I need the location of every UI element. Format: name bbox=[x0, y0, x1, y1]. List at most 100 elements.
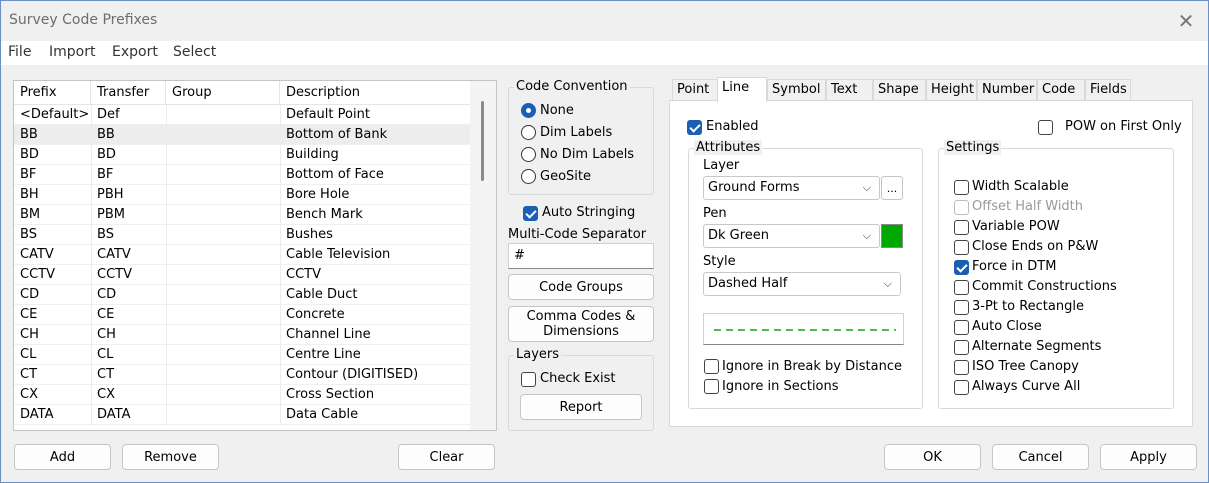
table-row[interactable]: CH CH Channel Line bbox=[14, 325, 470, 345]
pen-color-swatch[interactable] bbox=[881, 224, 903, 248]
clear-button[interactable]: Clear bbox=[398, 444, 495, 470]
tab-fields[interactable]: Fields bbox=[1085, 79, 1131, 101]
tab-shape[interactable]: Shape bbox=[873, 79, 926, 101]
menu-select[interactable]: Select bbox=[173, 44, 216, 60]
table-row[interactable]: CCTV CCTV CCTV bbox=[14, 265, 470, 285]
column-divider bbox=[91, 305, 92, 325]
column-divider bbox=[166, 205, 167, 225]
tab-code[interactable]: Code bbox=[1037, 79, 1085, 101]
setting-checkbox-9[interactable] bbox=[954, 360, 969, 375]
menu-export[interactable]: Export bbox=[112, 44, 158, 60]
radio-none[interactable] bbox=[521, 103, 536, 118]
column-divider bbox=[91, 405, 92, 425]
add-button[interactable]: Add bbox=[14, 444, 111, 470]
cell-prefix: CD bbox=[20, 287, 40, 302]
report-button[interactable]: Report bbox=[520, 394, 642, 420]
remove-button[interactable]: Remove bbox=[122, 444, 219, 470]
setting-checkbox-3[interactable] bbox=[954, 240, 969, 255]
setting-checkbox-7[interactable] bbox=[954, 320, 969, 335]
table-row[interactable]: CL CL Centre Line bbox=[14, 345, 470, 365]
code-groups-button[interactable]: Code Groups bbox=[508, 274, 654, 300]
cell-description: Channel Line bbox=[286, 327, 371, 342]
menu-file[interactable]: File bbox=[8, 44, 31, 60]
layer-label: Layer bbox=[703, 158, 740, 173]
pen-select[interactable]: Dk Green ⌵ bbox=[703, 224, 880, 248]
table-row[interactable]: CD CD Cable Duct bbox=[14, 285, 470, 305]
cell-description: Cable Television bbox=[286, 247, 391, 262]
table-row[interactable]: BF BF Bottom of Face bbox=[14, 165, 470, 185]
radio-geosite[interactable] bbox=[521, 169, 536, 184]
setting-checkbox-0[interactable] bbox=[954, 180, 969, 195]
enabled-checkbox[interactable] bbox=[687, 120, 702, 135]
table-row[interactable]: CE CE Concrete bbox=[14, 305, 470, 325]
setting-label-5: Commit Constructions bbox=[972, 279, 1117, 294]
setting-checkbox-8[interactable] bbox=[954, 340, 969, 355]
radio-no-dim-labels[interactable] bbox=[521, 147, 536, 162]
column-header-transfer[interactable]: Transfer bbox=[91, 81, 166, 105]
pow-first-only-checkbox[interactable] bbox=[1038, 120, 1053, 135]
cancel-button[interactable]: Cancel bbox=[992, 444, 1089, 470]
column-header-prefix[interactable]: Prefix bbox=[14, 81, 91, 105]
setting-checkbox-5[interactable] bbox=[954, 280, 969, 295]
layer-browse-button[interactable]: ... bbox=[881, 176, 903, 200]
cell-transfer: CD bbox=[97, 287, 117, 302]
column-divider bbox=[280, 205, 281, 225]
column-divider bbox=[166, 225, 167, 245]
comma-codes-dimensions-button[interactable]: Comma Codes & Dimensions bbox=[508, 306, 654, 342]
radio-dim-labels[interactable] bbox=[521, 125, 536, 140]
setting-checkbox-6[interactable] bbox=[954, 300, 969, 315]
column-header-group[interactable]: Group bbox=[166, 81, 280, 105]
table-row[interactable]: DATA DATA Data Cable bbox=[14, 405, 470, 425]
table-row[interactable]: <Default> Def Default Point bbox=[14, 105, 470, 125]
tab-symbol[interactable]: Symbol bbox=[767, 79, 826, 101]
column-divider bbox=[91, 205, 92, 225]
menu-import[interactable]: Import bbox=[49, 44, 95, 60]
tab-text[interactable]: Text bbox=[826, 79, 873, 101]
column-divider bbox=[91, 365, 92, 385]
pen-label: Pen bbox=[703, 206, 727, 221]
setting-label-2: Variable POW bbox=[972, 219, 1060, 234]
tab-point[interactable]: Point bbox=[672, 79, 718, 101]
table-row[interactable]: BH PBH Bore Hole bbox=[14, 185, 470, 205]
column-header-description[interactable]: Description bbox=[280, 81, 470, 105]
table-row[interactable]: BS BS Bushes bbox=[14, 225, 470, 245]
table-row[interactable]: BD BD Building bbox=[14, 145, 470, 165]
table-row[interactable]: CX CX Cross Section bbox=[14, 385, 470, 405]
style-select[interactable]: Dashed Half ⌵ bbox=[703, 272, 901, 296]
multi-code-separator-input[interactable]: # bbox=[508, 243, 654, 269]
list-scrollbar[interactable] bbox=[470, 81, 496, 430]
column-divider bbox=[280, 165, 281, 185]
setting-checkbox-2[interactable] bbox=[954, 220, 969, 235]
style-label: Style bbox=[703, 254, 736, 269]
scrollbar-thumb[interactable] bbox=[481, 101, 484, 181]
cell-description: Data Cable bbox=[286, 407, 359, 422]
setting-checkbox-4[interactable] bbox=[954, 260, 969, 275]
check-exist-checkbox[interactable] bbox=[521, 372, 536, 387]
close-icon[interactable]: ✕ bbox=[1164, 1, 1208, 41]
column-divider bbox=[280, 345, 281, 365]
column-divider bbox=[280, 325, 281, 345]
apply-button[interactable]: Apply bbox=[1100, 444, 1197, 470]
column-divider bbox=[280, 285, 281, 305]
cell-transfer: BD bbox=[97, 147, 116, 162]
prefix-list[interactable]: Prefix Transfer Group Description <Defau… bbox=[13, 80, 497, 431]
column-divider bbox=[280, 245, 281, 265]
table-row[interactable]: BB BB Bottom of Bank bbox=[14, 125, 470, 145]
layer-value: Ground Forms bbox=[708, 180, 800, 195]
table-row[interactable]: CATV CATV Cable Television bbox=[14, 245, 470, 265]
ignore-sections-checkbox[interactable] bbox=[704, 379, 719, 394]
ignore-break-checkbox[interactable] bbox=[704, 359, 719, 374]
ok-button[interactable]: OK bbox=[884, 444, 981, 470]
auto-stringing-checkbox[interactable] bbox=[523, 206, 538, 221]
column-divider bbox=[166, 365, 167, 385]
setting-checkbox-10[interactable] bbox=[954, 380, 969, 395]
cell-prefix: <Default> bbox=[20, 107, 90, 122]
table-row[interactable]: CT CT Contour (DIGITISED) bbox=[14, 365, 470, 385]
tab-line[interactable]: Line bbox=[717, 77, 767, 102]
layer-select[interactable]: Ground Forms ⌵ bbox=[703, 176, 880, 200]
tab-number[interactable]: Number bbox=[977, 79, 1037, 101]
table-row[interactable]: BM PBM Bench Mark bbox=[14, 205, 470, 225]
tab-height[interactable]: Height bbox=[926, 79, 977, 101]
list-header: Prefix Transfer Group Description bbox=[14, 81, 470, 105]
column-divider bbox=[166, 125, 167, 145]
